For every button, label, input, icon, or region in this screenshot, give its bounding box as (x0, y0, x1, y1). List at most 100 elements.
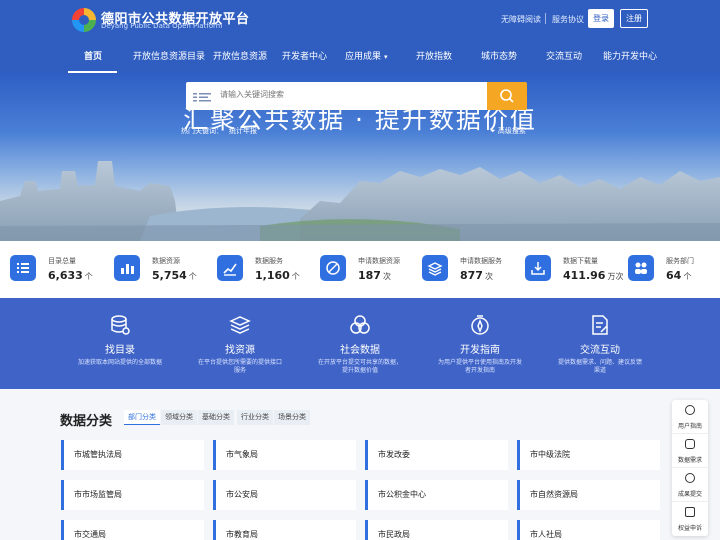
advanced-search-label: 高级搜索 (497, 127, 526, 135)
agreement-link[interactable]: 服务协议 (552, 14, 584, 25)
tab-basic[interactable]: 基础分类 (198, 410, 234, 425)
chevron-down-icon: ▾ (384, 53, 388, 61)
service-dev-guide[interactable]: 开发指南 为用户提供平台使用指南及开发者开发指南 (420, 314, 540, 375)
category-card[interactable]: 市民政局 (365, 520, 508, 540)
stat-unit: 个 (188, 272, 197, 281)
category-label: 市教育局 (226, 530, 258, 539)
service-interaction[interactable]: 交流互动 提供数据需求、问题、建议反馈渠道 (540, 314, 660, 375)
stat-value: 187 次 (358, 269, 391, 282)
compass-icon (471, 315, 489, 335)
circles-icon (350, 315, 370, 334)
category-card[interactable]: 市市场监管局 (61, 480, 204, 510)
tab-domain[interactable]: 领域分类 (161, 410, 197, 425)
category-label: 市中级法院 (530, 450, 570, 459)
side-label: 成果提交 (677, 491, 702, 498)
document-icon (685, 507, 695, 517)
nav-open-index[interactable]: 开放指数 (416, 49, 452, 62)
stat-value: 411.96 万次 (563, 269, 623, 282)
register-button[interactable]: 注册 (620, 9, 648, 28)
side-label: 权益申诉 (677, 525, 702, 532)
hot-keywords: 热门关键词： 统计年报 (181, 126, 263, 136)
side-appeal[interactable]: 权益申诉 (672, 502, 708, 536)
list-icon (193, 93, 211, 102)
logo-icon[interactable] (72, 8, 96, 32)
stat-services[interactable]: 数据服务 1,160 个 (217, 255, 317, 287)
nav-interaction[interactable]: 交流互动 (546, 49, 582, 62)
category-label: 市民政局 (378, 530, 410, 539)
side-data-request[interactable]: 数据需求 (672, 434, 708, 468)
category-card[interactable]: 市城管执法局 (61, 440, 204, 470)
category-card[interactable]: 市发改委 (365, 440, 508, 470)
category-card[interactable]: 市中级法院 (517, 440, 660, 470)
nav-resources[interactable]: 开放信息资源 (213, 49, 267, 62)
nav-home[interactable]: 首页 (84, 49, 102, 62)
tab-department[interactable]: 部门分类 (124, 410, 160, 425)
nav-applications[interactable]: 应用成果 ▾ (345, 49, 388, 62)
stat-number: 64 (666, 269, 682, 282)
hot-keyword-link[interactable]: 统计年报 (229, 127, 257, 135)
category-card[interactable]: 市公安局 (213, 480, 356, 510)
bar-chart-icon (114, 255, 140, 281)
stat-number: 187 (358, 269, 381, 282)
tab-industry[interactable]: 行业分类 (237, 410, 273, 425)
stat-label: 数据下载量 (563, 257, 598, 265)
database-icon (111, 315, 130, 335)
city-skyline-image (0, 161, 720, 241)
category-label: 市自然资源局 (530, 490, 578, 499)
stat-resources[interactable]: 数据资源 5,754 个 (114, 255, 214, 287)
service-desc: 为用户提供平台使用指南及开发者开发指南 (437, 359, 522, 374)
stat-value: 6,633 个 (48, 269, 93, 282)
stat-service-requests[interactable]: 申请数据服务 877 次 (422, 255, 522, 287)
download-icon (525, 255, 551, 281)
search-button[interactable] (487, 82, 527, 110)
category-card[interactable]: 市交通局 (61, 520, 204, 540)
category-card[interactable]: 市气象局 (213, 440, 356, 470)
advanced-search-link[interactable]: ⏷ 高级搜索 (490, 126, 526, 136)
stat-unit: 个 (683, 272, 692, 281)
nav-catalog[interactable]: 开放信息资源目录 (133, 49, 205, 62)
category-card[interactable]: 市教育局 (213, 520, 356, 540)
info-icon (685, 405, 695, 415)
accessibility-link[interactable]: 无障碍阅读 (501, 14, 541, 25)
nav-capability[interactable]: 能力开发中心 (603, 49, 657, 62)
stat-number: 1,160 (255, 269, 290, 282)
service-desc: 提供数据需求、问题、建议反馈渠道 (557, 359, 642, 374)
search-input[interactable] (220, 90, 420, 99)
service-title: 找资源 (225, 345, 255, 356)
stat-departments[interactable]: 服务部门 64 个 (628, 255, 720, 287)
nav-developer[interactable]: 开发者中心 (282, 49, 327, 62)
stat-unit: 万次 (607, 272, 624, 281)
stat-label: 服务部门 (666, 257, 694, 265)
service-find-resources[interactable]: 找资源 在平台提供您所需要的提供接口服务 (180, 314, 300, 375)
service-social-data[interactable]: 社会数据 在开放平台提交可共享的数据，提升数据价值 (300, 314, 420, 375)
section-title: 数据分类 (60, 414, 113, 429)
data-category-section: 数据分类 部门分类 领域分类 基础分类 行业分类 场景分类 市城管执法局 市气象… (0, 389, 720, 540)
side-user-guide[interactable]: 用户指南 (672, 400, 708, 434)
stat-number: 411.96 (563, 269, 606, 282)
category-card[interactable]: 市自然资源局 (517, 480, 660, 510)
tab-scene[interactable]: 场景分类 (274, 410, 310, 425)
stat-value: 64 个 (666, 269, 691, 282)
stat-downloads[interactable]: 数据下载量 411.96 万次 (525, 255, 625, 287)
category-card[interactable]: 市公积金中心 (365, 480, 508, 510)
database-icon (685, 439, 695, 449)
site-header: 德阳市公共数据开放平台 Deyang Public Data Open Plat… (0, 0, 720, 73)
service-desc: 在开放平台提交可共享的数据，提升数据价值 (317, 359, 402, 374)
stat-unit: 次 (484, 272, 493, 281)
side-label: 数据需求 (677, 457, 702, 464)
nav-applications-label: 应用成果 (345, 52, 382, 62)
stat-label: 申请数据服务 (460, 257, 502, 265)
login-button[interactable]: 登录 (588, 9, 614, 28)
stat-label: 申请数据资源 (358, 257, 400, 265)
side-submit-result[interactable]: 成果提交 (672, 468, 708, 502)
link-icon (320, 255, 346, 281)
stat-catalog[interactable]: 目录总量 6,633 个 (10, 255, 110, 287)
stat-value: 5,754 个 (152, 269, 197, 282)
hot-keywords-label: 热门关键词： (181, 127, 223, 135)
stat-resource-requests[interactable]: 申请数据资源 187 次 (320, 255, 420, 287)
category-card[interactable]: 市人社局 (517, 520, 660, 540)
service-find-catalog[interactable]: 找目录 加速获取本网站提供的全部数据 (60, 314, 180, 367)
users-icon (628, 255, 654, 281)
nav-city-status[interactable]: 城市态势 (481, 49, 517, 62)
category-label: 市公积金中心 (378, 490, 426, 499)
